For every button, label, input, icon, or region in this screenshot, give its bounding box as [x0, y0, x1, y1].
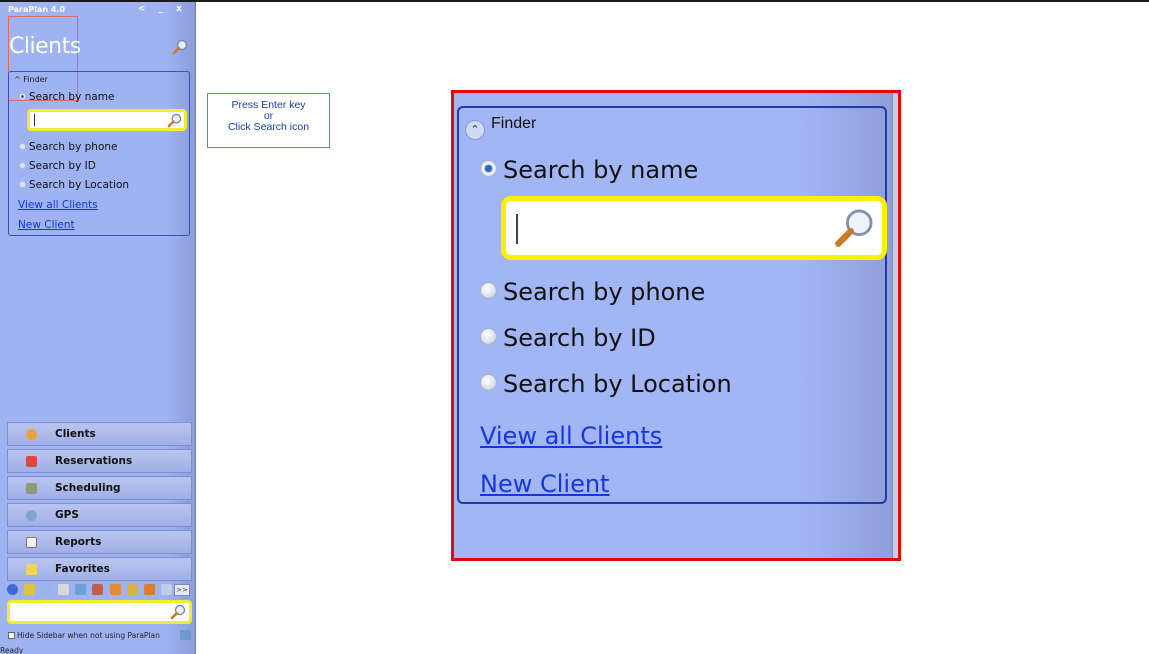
search-icon[interactable] — [167, 113, 182, 132]
radio-selected-icon[interactable] — [480, 160, 497, 177]
radio-label: Search by name — [29, 91, 115, 103]
status-text: Ready — [0, 646, 24, 654]
nav-gps[interactable]: GPS — [7, 503, 192, 527]
report-icon — [26, 537, 37, 548]
text-caret — [34, 114, 35, 126]
radio-label: Search by name — [503, 156, 699, 184]
module-title: Clients — [9, 34, 81, 59]
radio-search-by-phone[interactable]: Search by phone — [19, 141, 118, 153]
radio-search-by-location[interactable]: Search by Location — [19, 179, 129, 191]
filter-icon[interactable] — [24, 584, 36, 595]
hide-sidebar-option[interactable]: Hide Sidebar when not using ParaPlan — [8, 631, 160, 640]
radio-icon[interactable] — [480, 374, 497, 391]
finder-panel-zoomed: ⌃ Finder Search by name Search by phone S… — [457, 106, 887, 504]
map-icon[interactable] — [75, 584, 87, 595]
nav-label: GPS — [55, 509, 79, 521]
radio-selected-icon[interactable] — [19, 93, 26, 100]
radio-icon[interactable] — [480, 282, 497, 299]
trip-icon[interactable] — [126, 584, 138, 595]
scrollbar-edge — [892, 93, 898, 558]
finder-header[interactable]: ^ Finder — [14, 75, 48, 84]
nav-label: Favorites — [55, 563, 110, 575]
hide-sidebar-label: Hide Sidebar when not using ParaPlan — [17, 631, 160, 640]
note-line-3: Click Search icon — [227, 121, 310, 133]
new-client-link[interactable]: New Client — [18, 219, 75, 231]
chevron-up-icon[interactable]: ⌃ — [465, 120, 485, 140]
nav-reports[interactable]: Reports — [7, 530, 192, 554]
refresh-icon[interactable] — [41, 584, 53, 595]
person-icon[interactable] — [109, 584, 121, 595]
hide-sidebar-checkbox[interactable] — [8, 632, 15, 639]
quick-icon-strip: >> — [7, 584, 192, 598]
calendar-icon — [26, 456, 37, 467]
radio-icon[interactable] — [19, 181, 26, 188]
client-search-input[interactable] — [27, 109, 187, 131]
gps-icon — [26, 510, 37, 521]
person-icon — [26, 429, 37, 440]
instruction-note: Press Enter key or Click Search icon — [207, 93, 330, 148]
screenshot-root: ParaPlan 4.0 < _ x Clients ^ Finder Sear… — [0, 0, 1149, 654]
radio-search-by-id[interactable]: Search by ID — [19, 160, 96, 172]
search-icon[interactable] — [172, 39, 188, 59]
nav-label: Reservations — [55, 455, 133, 467]
calendar-icon[interactable] — [143, 584, 155, 595]
radio-label: Search by Location — [503, 370, 732, 398]
radio-label: Search by Location — [29, 179, 130, 191]
finder-label: Finder — [491, 115, 537, 132]
view-all-clients-link[interactable]: View all Clients — [18, 199, 98, 211]
help-icon[interactable] — [7, 584, 18, 595]
radio-search-by-location[interactable]: Search by Location — [480, 370, 732, 398]
vehicle-icon[interactable] — [92, 584, 104, 595]
finder-header[interactable]: ⌃ Finder — [465, 115, 536, 140]
search-icon[interactable] — [833, 207, 875, 253]
nav-label: Reports — [55, 536, 102, 548]
radio-search-by-name[interactable]: Search by name — [19, 91, 114, 103]
report-icon[interactable] — [160, 584, 172, 595]
favorites-icon — [26, 564, 37, 575]
finder-label: Finder — [23, 75, 48, 84]
nav-scheduling[interactable]: Scheduling — [7, 476, 192, 500]
nav-reservations[interactable]: Reservations — [7, 449, 192, 473]
radio-label: Search by phone — [29, 141, 118, 153]
zoomed-finder-callout: ⌃ Finder Search by name Search by phone S… — [451, 90, 901, 561]
client-search-input[interactable] — [501, 196, 887, 260]
radio-label: Search by ID — [29, 160, 96, 172]
more-icons-button[interactable]: >> — [174, 584, 190, 596]
chevron-up-icon[interactable]: ^ — [14, 75, 21, 84]
radio-icon[interactable] — [19, 143, 26, 150]
scheduling-icon — [26, 483, 37, 494]
nav-label: Scheduling — [55, 482, 121, 494]
nav-favorites[interactable]: Favorites — [7, 557, 192, 581]
settings-icon[interactable] — [180, 630, 191, 640]
window-controls[interactable]: < _ x — [138, 4, 187, 14]
nav-clients[interactable]: Clients — [7, 422, 192, 446]
radio-label: Search by ID — [503, 324, 656, 352]
radio-label: Search by phone — [503, 278, 706, 306]
nav-label: Clients — [55, 428, 96, 440]
radio-icon[interactable] — [480, 328, 497, 345]
finder-panel: ^ Finder Search by name Search by phone … — [8, 71, 190, 236]
radio-icon[interactable] — [19, 162, 26, 169]
search-icon[interactable] — [170, 604, 186, 624]
radio-search-by-phone[interactable]: Search by phone — [480, 278, 705, 306]
paraplan-sidebar: ParaPlan 4.0 < _ x Clients ^ Finder Sear… — [0, 2, 196, 654]
radio-search-by-id[interactable]: Search by ID — [480, 324, 656, 352]
text-caret — [516, 214, 518, 244]
new-client-link[interactable]: New Client — [480, 470, 609, 498]
radio-search-by-name[interactable]: Search by name — [480, 156, 698, 184]
view-all-clients-link[interactable]: View all Clients — [480, 422, 662, 450]
quick-search-input[interactable] — [7, 600, 192, 624]
document-icon[interactable] — [58, 584, 70, 595]
